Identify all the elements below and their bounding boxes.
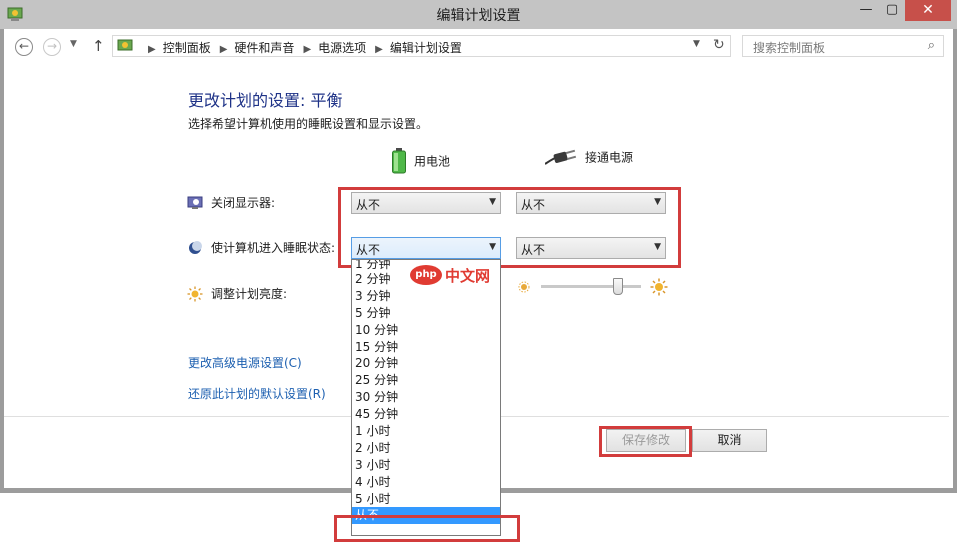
dropdown-option[interactable]: 2 小时 <box>352 440 500 457</box>
brightness-slider-track[interactable] <box>541 285 641 288</box>
turn-off-display-label: 关闭显示器: <box>211 196 276 210</box>
dropdown-option[interactable]: 30 分钟 <box>352 389 500 406</box>
brightness-label: 调整计划亮度: <box>211 287 288 301</box>
sleep-label: 使计算机进入睡眠状态: <box>211 241 336 255</box>
dropdown-option[interactable]: 3 小时 <box>352 457 500 474</box>
dropdown-option[interactable]: 3 分钟 <box>352 288 500 305</box>
dropdown-option[interactable]: 25 分钟 <box>352 372 500 389</box>
turn-off-display-row: 关闭显示器: <box>187 194 275 211</box>
breadcrumb-separator: ▶ <box>148 44 156 55</box>
sun-large-icon <box>650 278 668 296</box>
dropdown-option[interactable]: 1 小时 <box>352 423 500 440</box>
up-button[interactable]: ↑ <box>92 37 105 55</box>
column-header-plugged: 接通电源 <box>545 148 633 166</box>
sleep-battery-dropdown-list[interactable]: 1 分钟 2 分钟 3 分钟 5 分钟 10 分钟 15 分钟 20 分钟 25… <box>351 259 501 536</box>
page-description: 选择希望计算机使用的睡眠设置和显示设置。 <box>188 117 429 131</box>
brightness-row: 调整计划亮度: <box>187 285 287 302</box>
advanced-power-settings-link[interactable]: 更改高级电源设置(C) <box>188 354 302 371</box>
breadcrumb-power-options[interactable]: 电源选项 <box>318 41 366 55</box>
watermark: php 中文网 <box>410 264 520 286</box>
page-title: 更改计划的设置: 平衡 <box>188 91 343 110</box>
dropdown-option[interactable]: 4 小时 <box>352 474 500 491</box>
address-toolbar: ← → ▼ ↑ ▶ 控制面板 ▶ 硬件和声音 ▶ 电源选项 ▶ 编辑计划设置 ▼ ↻ 搜索控制… <box>4 29 953 64</box>
search-icon[interactable]: ⌕ <box>928 38 935 53</box>
breadcrumb-control-panel[interactable]: 控制面板 <box>163 41 211 55</box>
dropdown-option[interactable]: 20 分钟 <box>352 355 500 372</box>
search-input[interactable]: 搜索控制面板 <box>753 39 825 56</box>
dropdown-option[interactable]: 5 分钟 <box>352 305 500 322</box>
moon-icon <box>189 240 202 254</box>
highlight-box-save <box>599 426 692 457</box>
search-box[interactable]: 搜索控制面板 ⌕ <box>742 35 944 57</box>
column-header-battery: 用电池 <box>392 148 450 174</box>
breadcrumb-edit-plan[interactable]: 编辑计划设置 <box>390 41 462 55</box>
back-button[interactable]: ← <box>15 38 33 56</box>
watermark-logo: php <box>410 265 442 285</box>
highlight-box-never <box>334 515 520 542</box>
monitor-icon <box>187 196 203 209</box>
dropdown-option[interactable]: 15 分钟 <box>352 339 500 356</box>
cancel-button[interactable]: 取消 <box>692 429 767 452</box>
minimize-button[interactable]: — <box>853 0 879 21</box>
maximize-button[interactable]: ▢ <box>879 0 905 21</box>
close-button[interactable]: ✕ <box>905 0 951 21</box>
title-bar: 编辑计划设置 — ▢ ✕ <box>0 0 957 29</box>
brightness-slider-thumb[interactable] <box>613 278 623 295</box>
dropdown-option[interactable]: 10 分钟 <box>352 322 500 339</box>
recent-locations-button[interactable]: ▼ <box>70 39 77 49</box>
forward-button[interactable]: → <box>43 38 61 56</box>
battery-icon <box>392 148 406 174</box>
column-header-battery-label: 用电池 <box>414 154 451 169</box>
refresh-button[interactable]: ↻ <box>713 37 725 53</box>
control-panel-icon <box>117 39 133 51</box>
breadcrumb-separator[interactable]: ▶ <box>303 44 311 55</box>
dropdown-option[interactable]: 45 分钟 <box>352 406 500 423</box>
breadcrumb: ▶ 控制面板 ▶ 硬件和声音 ▶ 电源选项 ▶ 编辑计划设置 <box>139 39 462 56</box>
window-title: 编辑计划设置 <box>436 8 521 24</box>
address-bar[interactable]: ▶ 控制面板 ▶ 硬件和声音 ▶ 电源选项 ▶ 编辑计划设置 ▼ ↻ <box>112 35 731 57</box>
sun-icon <box>187 286 203 301</box>
dropdown-option[interactable]: 5 小时 <box>352 491 500 508</box>
column-header-plugged-label: 接通电源 <box>585 150 634 165</box>
watermark-text: 中文网 <box>445 267 491 285</box>
breadcrumb-separator[interactable]: ▶ <box>375 44 383 55</box>
breadcrumb-separator[interactable]: ▶ <box>220 44 228 55</box>
sleep-row: 使计算机进入睡眠状态: <box>187 239 335 256</box>
restore-defaults-link[interactable]: 还原此计划的默认设置(R) <box>188 385 326 402</box>
address-dropdown-button[interactable]: ▼ <box>693 39 700 49</box>
power-plug-icon <box>545 149 577 165</box>
highlight-box-selects <box>338 187 681 268</box>
breadcrumb-hardware-sound[interactable]: 硬件和声音 <box>234 41 294 55</box>
